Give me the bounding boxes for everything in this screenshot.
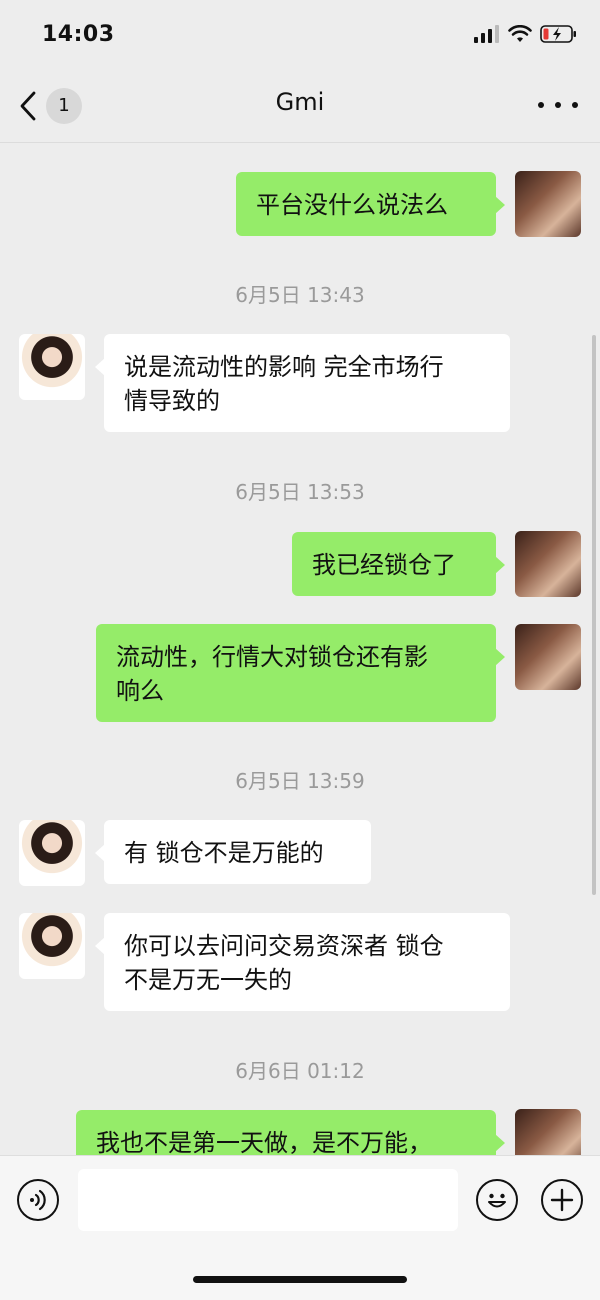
status-bar: 14:03	[0, 0, 600, 70]
emoji-icon	[488, 1193, 506, 1208]
status-time: 14:03	[42, 22, 115, 47]
message-bubble-other[interactable]: 有 锁仓不是万能的	[95, 820, 371, 884]
contact-avatar[interactable]	[19, 913, 85, 979]
plus-icon	[550, 1188, 574, 1212]
message-bubble-other[interactable]: 你可以去问问交易资深者 锁仓 不是万无一失的	[95, 913, 510, 1011]
chat-area[interactable]: 平台没什么说法么 6月5日 13:43 说是流动性的影响 完全市场行 情导致的 …	[0, 143, 600, 1155]
self-avatar[interactable]	[515, 624, 581, 690]
message-bubble-self[interactable]: 我也不是第一天做，是不万能，	[76, 1110, 505, 1155]
message-timestamp: 6月5日 13:59	[235, 769, 365, 793]
message-bubble-self[interactable]: 我已经锁仓了	[292, 532, 505, 596]
voice-icon	[30, 1189, 46, 1211]
nav-bar: 1 Gmi	[0, 70, 600, 143]
voice-button[interactable]	[17, 1179, 59, 1221]
message-timestamp: 6月5日 13:43	[235, 283, 365, 307]
message-bubble-other[interactable]: 说是流动性的影响 完全市场行 情导致的	[95, 334, 510, 432]
contact-avatar[interactable]	[19, 334, 85, 400]
wifi-icon	[508, 25, 532, 42]
status-icons	[474, 24, 578, 44]
more-button[interactable]	[538, 92, 578, 118]
message-bubble-self[interactable]: 平台没什么说法么	[236, 172, 505, 236]
message-timestamp: 6月6日 01:12	[235, 1059, 365, 1083]
message-timestamp: 6月5日 13:53	[235, 480, 365, 504]
signal-icon	[474, 25, 499, 43]
battery-charging-icon	[540, 25, 576, 43]
self-avatar[interactable]	[515, 531, 581, 597]
message-input[interactable]	[78, 1169, 458, 1231]
self-avatar[interactable]	[515, 1109, 581, 1155]
plus-button[interactable]	[541, 1179, 583, 1221]
emoji-button[interactable]	[476, 1179, 518, 1221]
message-bubble-self[interactable]: 流动性，行情大对锁仓还有影 响么	[96, 624, 505, 722]
chat-scrollbar[interactable]	[592, 335, 596, 895]
chat-title: Gmi	[275, 88, 325, 116]
home-indicator[interactable]	[193, 1276, 407, 1283]
self-avatar[interactable]	[515, 171, 581, 237]
contact-avatar[interactable]	[19, 820, 85, 886]
more-icon	[538, 102, 544, 108]
